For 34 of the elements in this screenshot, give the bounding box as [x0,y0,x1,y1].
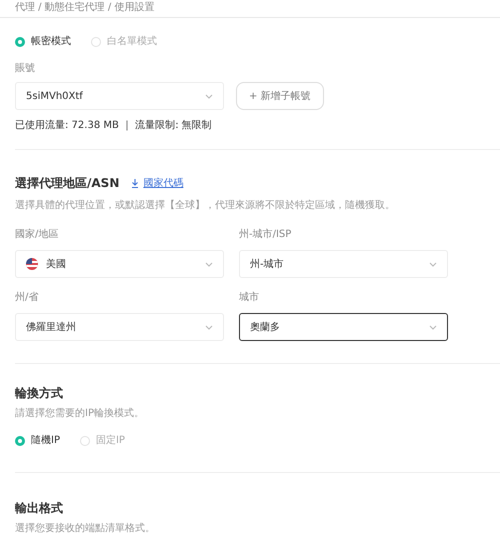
select-field[interactable]: 佛羅里達州 [15,313,224,341]
chevron-down-icon [205,262,213,266]
select-field[interactable]: 美國 [15,250,224,278]
select-value: 5siMVh0Xtf [26,90,83,104]
chevron-down-icon [205,324,213,330]
field-label: 國家/地區 [15,228,60,242]
download-icon [131,178,140,188]
usage-text: 已使用流量: 72.38 MB ｜ 流量限制: 無限制 [15,118,213,133]
select-value: 奧蘭多 [250,320,280,334]
chevron-down-icon [205,94,213,98]
section-title: 選擇代理地區/ASN [15,175,120,192]
field-label: 賬號 [15,62,36,76]
radio-option[interactable]: 帳密模式 [15,34,71,49]
select-value: 州-城市 [250,258,284,272]
field-label: 州-城市/ISP [239,228,292,242]
chevron-down-icon [429,262,437,266]
section-description: 選擇具體的代理位置，或默認選擇【全球】，代理來源將不限於特定區域，隨機獲取。 [15,198,396,213]
flag-icon [26,258,38,270]
radio-option[interactable]: 隨機IP [15,433,60,448]
breadcrumb: 代理 / 動態住宅代理 / 使用設置 [15,2,154,14]
country-code-link[interactable]: 國家代碼 [131,176,184,190]
section-title: 輸出格式 [15,500,64,517]
add-subaccount-button[interactable]: + 新增子帳號 [236,82,324,110]
select-field[interactable]: 州-城市 [239,250,448,278]
section-description: 選擇您要接收的端點清單格式。 [15,522,156,536]
section-title: 輪換方式 [15,385,64,402]
field-label: 城市 [239,290,260,305]
select-field[interactable]: 奧蘭多 [239,313,448,341]
select-value: 佛羅里達州 [26,320,76,334]
section-description: 請選擇您需要的IP輪換模式。 [15,406,145,421]
select-field[interactable]: 5siMVh0Xtf [15,82,224,110]
select-value: 美國 [46,258,66,272]
chevron-down-icon [429,324,437,330]
field-label: 州/省 [15,290,40,305]
